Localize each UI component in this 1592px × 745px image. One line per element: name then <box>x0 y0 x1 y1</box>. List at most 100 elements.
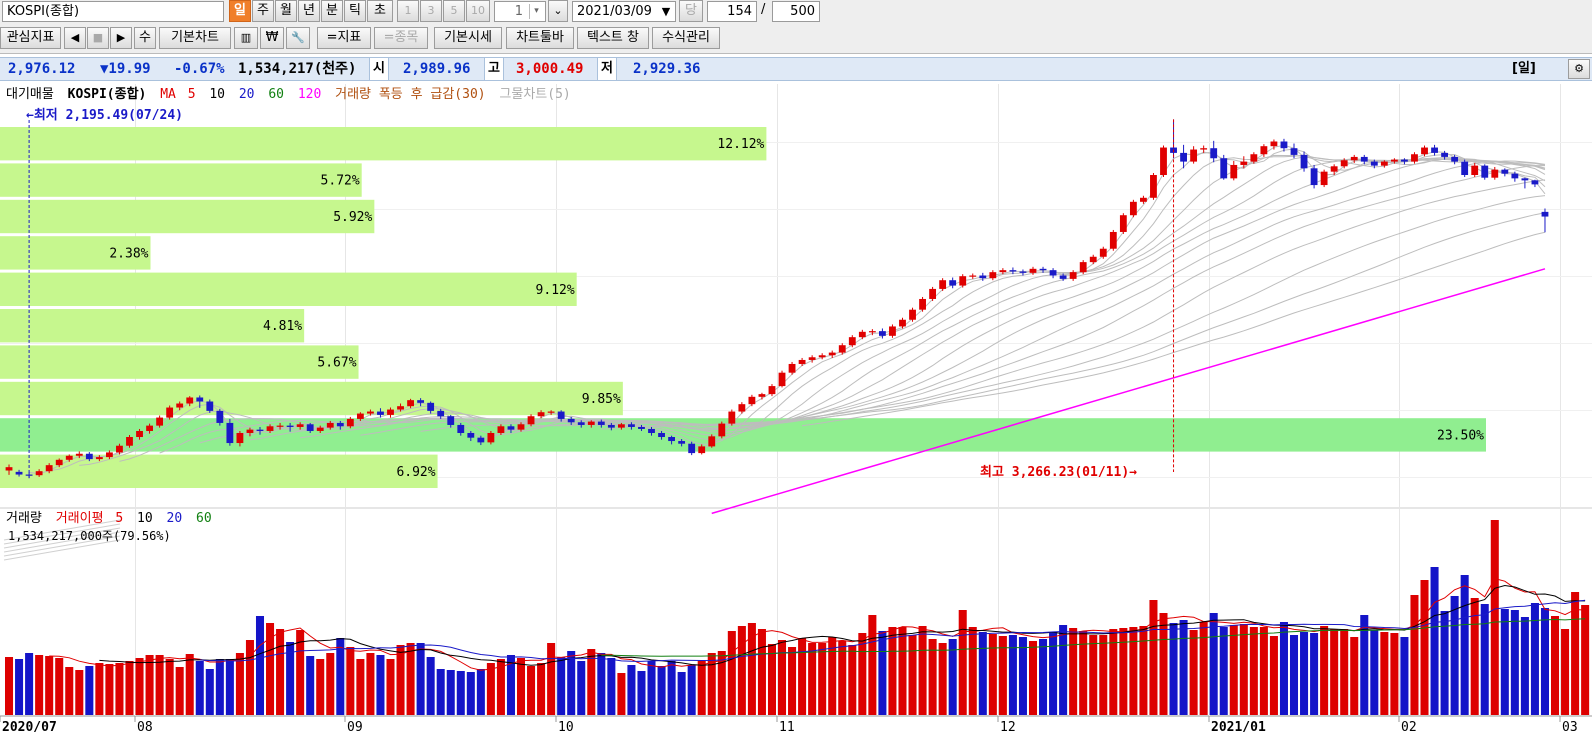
volume-bar <box>727 631 736 715</box>
candle <box>1109 229 1117 251</box>
volume-bar <box>1520 617 1529 715</box>
legend-volume[interactable]: 거래량 <box>6 511 42 526</box>
volume-bar <box>1490 520 1499 715</box>
formula-button[interactable]: 수식관리 <box>652 27 720 49</box>
volume-bar <box>276 629 285 715</box>
next-icon[interactable]: ▶ <box>110 27 132 49</box>
won-icon[interactable]: ₩ <box>260 27 284 49</box>
candle-body <box>607 424 615 428</box>
chevron-down-icon[interactable]: ⌄ <box>548 0 568 22</box>
chart-toolbar-button[interactable]: 차트툴바 <box>506 27 574 49</box>
today-button[interactable]: 당 <box>679 0 703 22</box>
low-annotation: ←최저 2,195.49(07/24) <box>26 108 183 123</box>
volume-bar <box>316 659 325 715</box>
watch-indicator-button[interactable]: 관심지표 <box>0 27 61 49</box>
period-second-button[interactable]: 초 <box>367 0 393 22</box>
volume-bar <box>75 670 84 715</box>
period-week-button[interactable]: 주 <box>252 0 274 22</box>
legend-volume-ma[interactable]: 거래이평 <box>56 511 104 526</box>
total-count-input[interactable]: 500 <box>772 1 820 22</box>
candle-body <box>768 386 776 395</box>
period-year-button[interactable]: 년 <box>298 0 320 22</box>
prev-icon[interactable]: ◀ <box>64 27 86 49</box>
legend-ma120[interactable]: 120 <box>298 87 321 102</box>
volume-bar <box>416 643 425 715</box>
profile-band <box>0 454 438 488</box>
wrench-icon[interactable]: 🔧 <box>286 27 310 49</box>
spinner-arrow-icon[interactable]: ▾ <box>529 4 543 19</box>
chart-settings-icon[interactable]: ▥ <box>234 27 258 49</box>
legend-vma20[interactable]: 20 <box>167 511 183 526</box>
item-button[interactable]: =종목 <box>374 27 428 49</box>
legend-vma60[interactable]: 60 <box>196 511 212 526</box>
volume-bar <box>1510 610 1519 715</box>
candle-body <box>989 272 997 279</box>
volume-bar <box>1259 627 1268 715</box>
volume-bar <box>1450 596 1459 715</box>
legend-profile[interactable]: 대기매물 <box>6 87 54 102</box>
candle-body <box>1270 141 1278 147</box>
profile-label: 12.12% <box>717 137 764 152</box>
candle-body <box>1069 272 1077 279</box>
volume-bar <box>1018 637 1027 715</box>
low-label: 저 <box>597 58 617 80</box>
legend-ma60[interactable]: 60 <box>268 87 284 102</box>
legend-ma5[interactable]: 5 <box>188 87 196 102</box>
volume-bar <box>1289 635 1299 715</box>
symbol-input[interactable]: KOSPI(종합) <box>2 1 224 22</box>
view-count-input[interactable]: 154 <box>707 1 757 22</box>
volume-bar <box>1139 626 1148 715</box>
period-day-button[interactable]: 일 <box>229 0 251 22</box>
dropdown-arrow-icon[interactable]: ▼ <box>659 4 673 19</box>
volume-bar <box>1059 625 1068 715</box>
interval-3-button[interactable]: 3 <box>420 0 442 22</box>
interval-5-button[interactable]: 5 <box>443 0 465 22</box>
volume-bar <box>1099 635 1108 715</box>
candle-body <box>497 426 505 433</box>
profile-band <box>0 345 359 379</box>
legend-vma10[interactable]: 10 <box>137 511 153 526</box>
date-picker[interactable]: 2021/03/09 ▼ <box>572 1 676 22</box>
legend-ma20[interactable]: 20 <box>239 87 255 102</box>
volume-bar <box>1410 595 1419 715</box>
net-chart-line <box>701 212 1546 431</box>
edit-button[interactable]: 수 <box>134 27 156 49</box>
candle <box>1421 145 1428 157</box>
legend-ma[interactable]: MA <box>160 87 176 102</box>
settings-gear-icon[interactable]: ⚙ <box>1568 59 1590 79</box>
profile-label: 5.92% <box>333 210 372 225</box>
volume-bar <box>135 658 144 715</box>
volume-bar <box>1380 632 1389 715</box>
legend-net-chart[interactable]: 그물차트(5) <box>499 87 570 102</box>
candle <box>1320 169 1328 188</box>
legend-vma5[interactable]: 5 <box>115 511 123 526</box>
interval-1-button[interactable]: 1 <box>397 0 419 22</box>
volume-bar <box>15 659 24 715</box>
candle-body <box>1521 178 1529 181</box>
candle <box>1210 140 1218 163</box>
volume-bar <box>778 640 787 715</box>
stop-icon[interactable]: ■ <box>87 27 109 49</box>
candle-body <box>1461 161 1469 176</box>
basic-quote-button[interactable]: 기본시세 <box>434 27 502 49</box>
legend-ma10[interactable]: 10 <box>209 87 225 102</box>
period-minute-button[interactable]: 분 <box>321 0 343 22</box>
profile-label: 4.81% <box>263 319 302 334</box>
candle-body <box>95 457 103 460</box>
legend-symbol[interactable]: KOSPI(종합) <box>68 86 147 102</box>
indicator-button[interactable]: =지표 <box>317 27 371 49</box>
period-tick-button[interactable]: 틱 <box>344 0 366 22</box>
candle <box>778 370 786 388</box>
candle <box>1411 152 1418 164</box>
candle-body <box>356 413 364 419</box>
candle-body <box>1260 146 1268 155</box>
interval-spinner[interactable]: 1 ▾ <box>494 1 546 22</box>
interval-10-button[interactable]: 10 <box>466 0 490 22</box>
basic-chart-button[interactable]: 기본차트 <box>159 27 231 49</box>
candle-body <box>1330 166 1338 172</box>
legend-volume-spike[interactable]: 거래량 폭등 후 급감(30) <box>335 87 485 102</box>
text-window-button[interactable]: 텍스트 창 <box>577 27 649 49</box>
volume-bar <box>1340 629 1349 715</box>
volume-bar <box>1400 637 1409 715</box>
period-month-button[interactable]: 월 <box>275 0 297 22</box>
